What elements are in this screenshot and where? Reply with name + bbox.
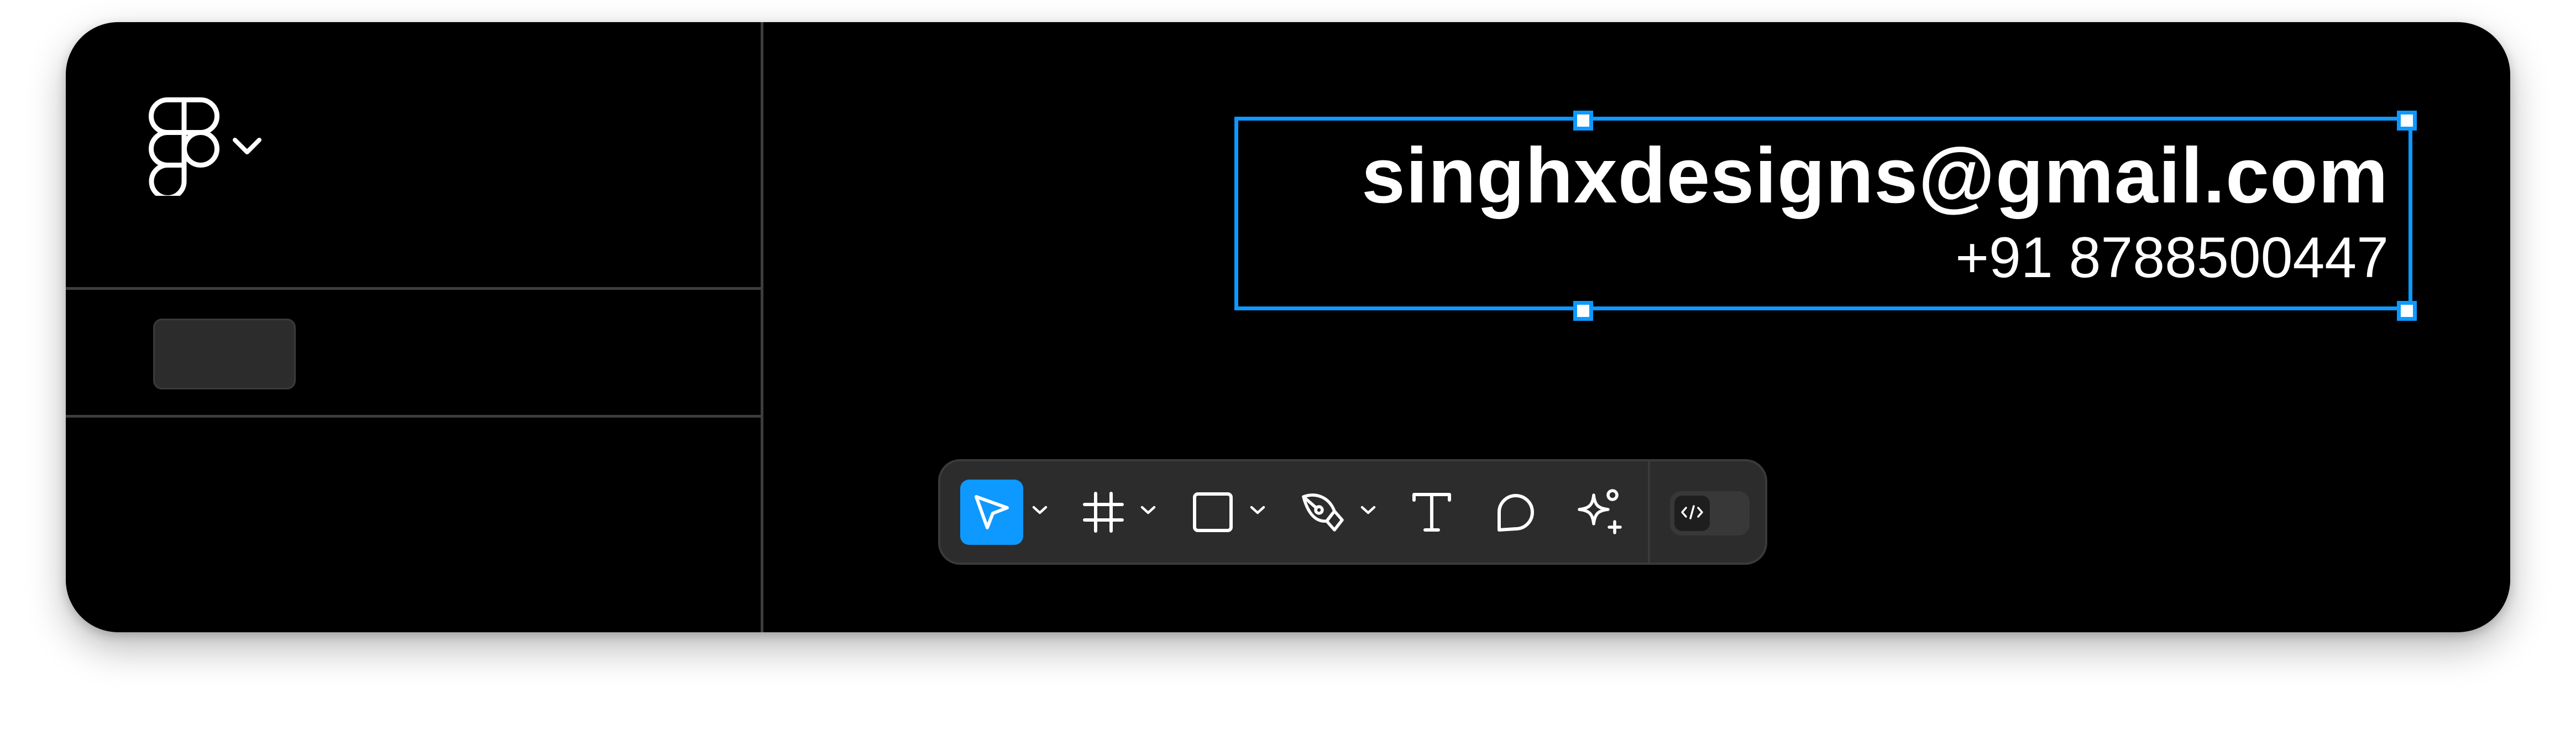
selected-text-layer[interactable]: singhxdesigns@gmail.com +91 8788500447 [1234,111,2417,321]
comment-tool-button[interactable] [1484,480,1547,545]
cursor-arrow-icon [970,490,1014,534]
left-sidebar [66,22,763,632]
chevron-down-icon [1140,504,1156,518]
sparkle-icon [1574,487,1624,537]
app-window: singhxdesigns@gmail.com +91 8788500447 [66,22,2510,632]
code-brackets-icon [1680,504,1704,523]
actions-tool-button[interactable] [1567,480,1630,545]
email-text: singhxdesigns@gmail.com [1362,132,2389,220]
rectangle-icon [1191,490,1235,534]
dev-mode-toggle-knob [1674,496,1710,531]
figma-logo-icon [149,97,219,196]
pen-tool-button[interactable] [1291,480,1354,545]
chevron-down-icon [1032,504,1048,518]
toolbar-divider [1648,461,1650,563]
resize-handle-top-right[interactable] [2397,111,2417,131]
frame-hash-icon [1081,490,1125,534]
rectangle-tool-button[interactable] [1181,480,1244,545]
move-tool-menu-button[interactable] [1030,501,1050,521]
chevron-down-icon [232,136,263,158]
pen-tool-menu-button[interactable] [1358,501,1378,521]
main-menu-button[interactable] [149,97,263,196]
sidebar-file-section [66,290,761,418]
resize-handle-bottom[interactable] [1573,301,1593,321]
resize-handle-bottom-right[interactable] [2397,301,2417,321]
text-layer-content: singhxdesigns@gmail.com +91 8788500447 [1362,128,2389,293]
text-tool-button[interactable] [1400,480,1463,545]
design-canvas[interactable]: singhxdesigns@gmail.com +91 8788500447 [763,22,2510,632]
frame-tool-button[interactable] [1072,480,1135,545]
frame-tool-menu-button[interactable] [1138,501,1158,521]
text-icon [1410,490,1454,534]
file-name-placeholder[interactable] [153,319,296,389]
comment-icon [1494,490,1538,534]
sidebar-header [66,22,761,290]
rectangle-tool-menu-button[interactable] [1248,501,1268,521]
chevron-down-icon [1360,504,1376,518]
chevron-down-icon [1249,504,1266,518]
phone-text: +91 8788500447 [1955,226,2389,290]
move-tool-button[interactable] [960,480,1023,545]
dev-mode-toggle[interactable] [1670,491,1750,535]
bottom-toolbar [938,459,1767,565]
pen-icon [1299,489,1345,535]
resize-handle-top[interactable] [1573,111,1593,131]
